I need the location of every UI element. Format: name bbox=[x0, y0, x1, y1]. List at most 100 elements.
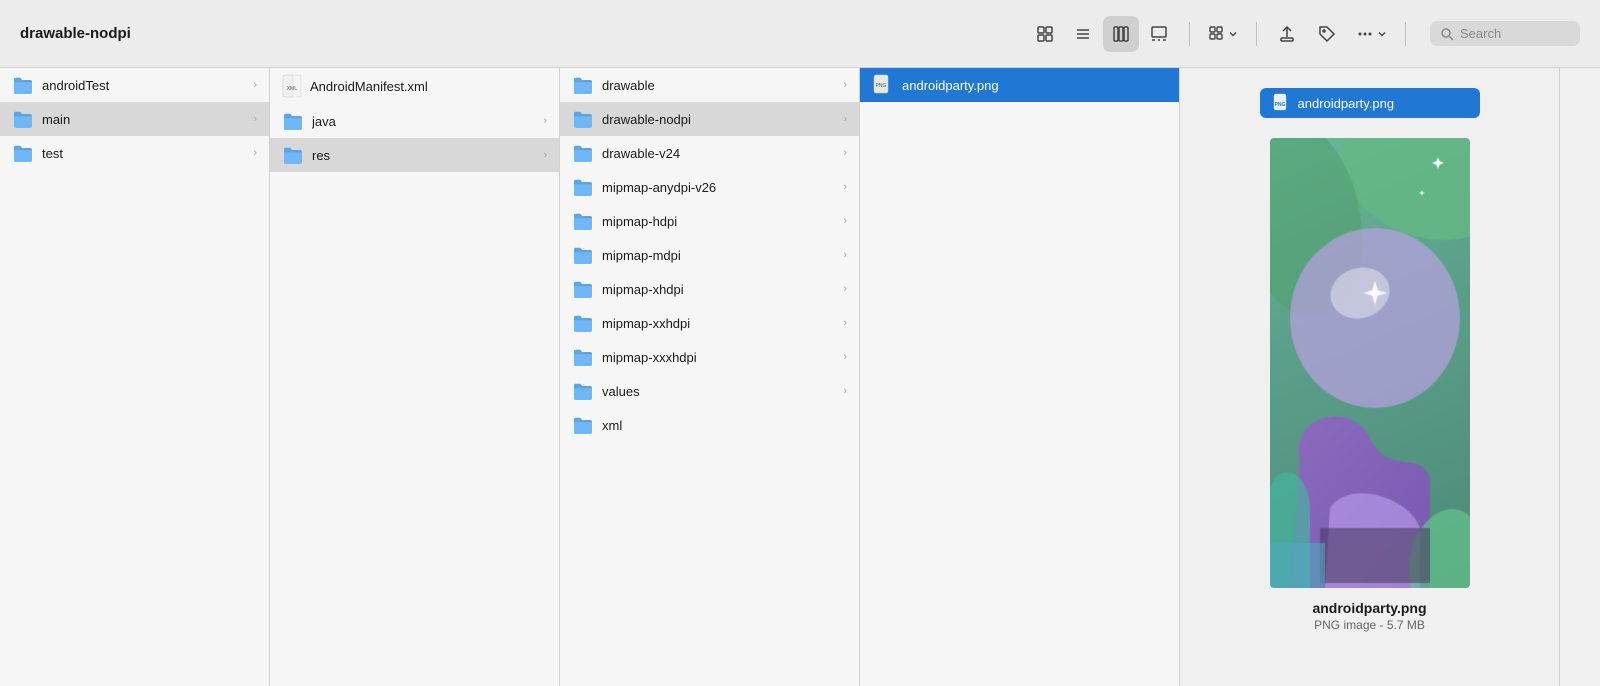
search-box[interactable] bbox=[1430, 21, 1580, 46]
chevron-right-icon: › bbox=[843, 113, 847, 125]
list-item[interactable]: PNG androidparty.png bbox=[860, 68, 1179, 102]
folder-icon bbox=[572, 314, 594, 332]
file-name: xml bbox=[602, 418, 847, 433]
folder-icon bbox=[572, 212, 594, 230]
list-item[interactable]: mipmap-xhdpi › bbox=[560, 272, 859, 306]
list-item[interactable]: java › bbox=[270, 104, 559, 138]
file-name: androidTest bbox=[42, 78, 245, 93]
separator-2 bbox=[1256, 22, 1257, 46]
list-item[interactable]: mipmap-hdpi› bbox=[560, 204, 859, 238]
selected-file-header: PNG androidparty.png bbox=[1260, 88, 1480, 118]
list-item[interactable]: values › bbox=[560, 374, 859, 408]
folder-icon bbox=[12, 110, 34, 128]
file-name: drawable bbox=[602, 78, 835, 93]
list-item[interactable]: xml bbox=[560, 408, 859, 442]
file-name: drawable-v24 bbox=[602, 146, 835, 161]
preview-pane: PNG androidparty.png androidparty.png PN… bbox=[1180, 68, 1560, 686]
list-item[interactable]: androidTest › bbox=[0, 68, 269, 102]
svg-text:PNG: PNG bbox=[876, 83, 887, 89]
list-item[interactable]: test › bbox=[0, 136, 269, 170]
png-file-icon: PNG bbox=[1270, 93, 1290, 113]
list-view-button[interactable] bbox=[1065, 16, 1101, 52]
window-title: drawable-nodpi bbox=[20, 25, 131, 42]
list-item[interactable]: drawable › bbox=[560, 68, 859, 102]
list-item[interactable]: res› bbox=[270, 138, 559, 172]
ellipsis-icon bbox=[1355, 24, 1375, 44]
file-name: drawable-nodpi bbox=[602, 112, 835, 127]
list-item[interactable]: mipmap-mdpi › bbox=[560, 238, 859, 272]
chevron-right-icon: › bbox=[843, 283, 847, 295]
file-name: mipmap-xhdpi bbox=[602, 282, 835, 297]
file-name: mipmap-anydpi-v26 bbox=[602, 180, 835, 195]
image-info: androidparty.png PNG image - 5.7 MB bbox=[1312, 600, 1426, 632]
list-item[interactable]: mipmap-anydpi-v26 › bbox=[560, 170, 859, 204]
column-4: PNG androidparty.png bbox=[860, 68, 1180, 686]
list-item[interactable]: XML AndroidManifest.xml bbox=[270, 68, 559, 104]
list-item[interactable]: mipmap-xxxhdpi › bbox=[560, 340, 859, 374]
list-item[interactable]: drawable-v24 › bbox=[560, 136, 859, 170]
separator-3 bbox=[1405, 22, 1406, 46]
file-name: AndroidManifest.xml bbox=[310, 79, 547, 94]
column-1: androidTest › main› test › bbox=[0, 68, 270, 686]
grid-view-button[interactable] bbox=[1027, 16, 1063, 52]
preview-canvas bbox=[1270, 138, 1470, 588]
image-filename: androidparty.png bbox=[1312, 600, 1426, 616]
column-3: drawable› drawable-nodpi› drawable-v24› … bbox=[560, 68, 860, 686]
selected-file-name: androidparty.png bbox=[1298, 96, 1395, 111]
folder-icon bbox=[572, 76, 594, 94]
folder-icon bbox=[572, 382, 594, 400]
gallery-view-button[interactable] bbox=[1141, 16, 1177, 52]
more-options-button[interactable] bbox=[1349, 20, 1393, 48]
file-name: mipmap-xxxhdpi bbox=[602, 350, 835, 365]
chevron-right-icon: › bbox=[843, 215, 847, 227]
search-input[interactable] bbox=[1460, 26, 1570, 41]
chevron-right-icon: › bbox=[253, 147, 257, 159]
chevron-right-icon: › bbox=[543, 149, 547, 161]
svg-text:PNG: PNG bbox=[1274, 102, 1285, 108]
image-metadata: PNG image - 5.7 MB bbox=[1312, 618, 1426, 632]
toolbar-controls bbox=[1027, 16, 1580, 52]
folder-icon bbox=[12, 76, 34, 94]
content-area: androidTest › main› test › XML AndroidMani… bbox=[0, 68, 1600, 686]
file-name: mipmap-mdpi bbox=[602, 248, 835, 263]
share-button[interactable] bbox=[1269, 16, 1305, 52]
search-icon bbox=[1440, 27, 1454, 41]
chevron-right-icon: › bbox=[843, 249, 847, 261]
chevron-right-icon: › bbox=[843, 317, 847, 329]
png-file-icon-small: PNG bbox=[872, 74, 894, 96]
image-preview-container: androidparty.png PNG image - 5.7 MB bbox=[1270, 138, 1470, 666]
column-view-button[interactable] bbox=[1103, 16, 1139, 52]
chevron-down-icon-2 bbox=[1377, 29, 1387, 39]
separator-1 bbox=[1189, 22, 1190, 46]
folder-icon bbox=[572, 110, 594, 128]
view-mode-group bbox=[1027, 16, 1177, 52]
folder-icon bbox=[572, 280, 594, 298]
chevron-right-icon: › bbox=[543, 115, 547, 127]
file-name: mipmap-xxhdpi bbox=[602, 316, 835, 331]
chevron-right-icon: › bbox=[843, 181, 847, 193]
list-item[interactable]: drawable-nodpi › bbox=[560, 102, 859, 136]
folder-icon bbox=[282, 146, 304, 164]
folder-icon bbox=[572, 178, 594, 196]
file-name: androidparty.png bbox=[902, 78, 1167, 93]
file-name: java bbox=[312, 114, 535, 129]
app-grid-button[interactable] bbox=[1202, 21, 1244, 47]
svg-text:XML: XML bbox=[287, 86, 298, 92]
image-preview bbox=[1270, 138, 1470, 588]
file-name: values bbox=[602, 384, 835, 399]
toolbar: drawable-nodpi bbox=[0, 0, 1600, 68]
list-item[interactable]: mipmap-xxhdpi › bbox=[560, 306, 859, 340]
folder-icon bbox=[282, 112, 304, 130]
chevron-right-icon: › bbox=[843, 351, 847, 363]
file-name: test bbox=[42, 146, 245, 161]
folder-icon bbox=[572, 348, 594, 366]
folder-icon bbox=[12, 144, 34, 162]
chevron-right-icon: › bbox=[843, 79, 847, 91]
chevron-right-icon: › bbox=[843, 385, 847, 397]
chevron-right-icon: › bbox=[253, 79, 257, 91]
chevron-right-icon: › bbox=[253, 113, 257, 125]
list-item[interactable]: main› bbox=[0, 102, 269, 136]
tag-button[interactable] bbox=[1309, 16, 1345, 52]
chevron-right-icon: › bbox=[843, 147, 847, 159]
folder-icon bbox=[572, 416, 594, 434]
